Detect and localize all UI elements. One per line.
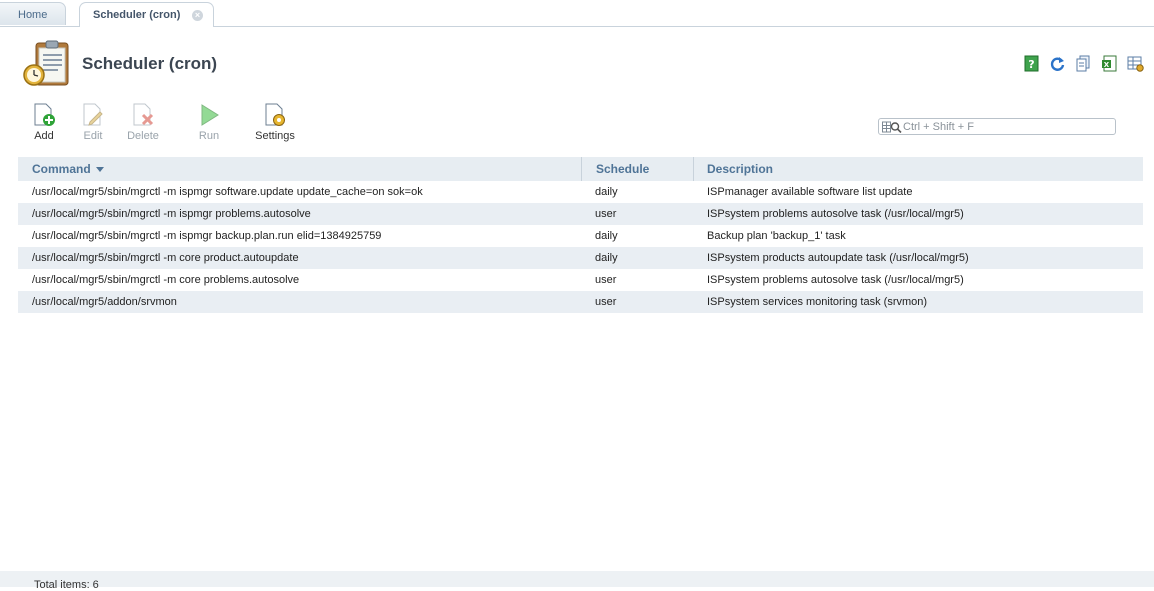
cell-command: /usr/local/mgr5/sbin/mgrctl -m core prod… [32, 252, 299, 264]
cell-schedule: user [595, 296, 617, 308]
scheduler-table: Command Schedule Description /usr/local/… [18, 157, 1143, 313]
table-settings-icon[interactable] [1127, 55, 1144, 72]
cell-description: Backup plan 'backup_1' task [707, 230, 846, 242]
total-items: Total items: 6 [34, 579, 99, 591]
tab-home[interactable]: Home [0, 2, 66, 25]
excel-export-icon[interactable]: X [1101, 55, 1118, 72]
cell-description: ISPsystem products autoupdate task (/usr… [707, 252, 969, 264]
column-schedule[interactable]: Schedule [581, 157, 693, 181]
tab-scheduler[interactable]: Scheduler (cron) × [79, 2, 214, 27]
table-row[interactable]: /usr/local/mgr5/sbin/mgrctl -m ispmgr pr… [18, 203, 1143, 225]
cell-schedule: user [595, 274, 617, 286]
table-row[interactable]: /usr/local/mgr5/sbin/mgrctl -m core prod… [18, 247, 1143, 269]
settings-icon [265, 103, 285, 126]
edit-button[interactable]: Edit [71, 103, 115, 142]
run-icon [201, 104, 219, 126]
cell-command: /usr/local/mgr5/sbin/mgrctl -m ispmgr pr… [32, 208, 311, 220]
page-title: Scheduler (cron) [82, 54, 218, 73]
table-row[interactable]: /usr/local/mgr5/addon/srvmon user ISPsys… [18, 291, 1143, 313]
search-input[interactable] [903, 119, 1111, 134]
status-bar: Total items: 6 [0, 571, 1154, 591]
add-button[interactable]: Add [22, 103, 66, 142]
column-description[interactable]: Description [693, 157, 1143, 181]
top-tools: ? X [1023, 55, 1144, 72]
search-box [878, 118, 1116, 135]
cell-schedule: daily [595, 230, 618, 242]
copy-icon[interactable] [1075, 55, 1092, 72]
svg-text:X: X [1104, 61, 1110, 69]
table-row[interactable]: /usr/local/mgr5/sbin/mgrctl -m ispmgr so… [18, 181, 1143, 203]
edit-label: Edit [83, 130, 103, 142]
add-label: Add [34, 130, 54, 142]
run-label: Run [198, 130, 220, 142]
close-icon[interactable]: × [192, 10, 203, 21]
cell-description: ISPsystem problems autosolve task (/usr/… [707, 274, 964, 286]
table-header: Command Schedule Description [18, 157, 1143, 181]
svg-text:?: ? [1028, 58, 1034, 71]
cell-command: /usr/local/mgr5/sbin/mgrctl -m ispmgr ba… [32, 230, 382, 242]
scheduler-clipboard-clock-icon [22, 39, 72, 89]
cell-description: ISPsystem services monitoring task (srvm… [707, 296, 928, 308]
tab-scheduler-label: Scheduler (cron) [93, 9, 181, 21]
delete-icon [133, 103, 154, 126]
settings-button[interactable]: Settings [253, 103, 297, 142]
help-icon[interactable]: ? [1023, 55, 1040, 72]
run-button[interactable]: Run [187, 103, 231, 142]
delete-label: Delete [127, 130, 159, 142]
delete-button[interactable]: Delete [121, 103, 165, 142]
cell-description: ISPsystem problems autosolve task (/usr/… [707, 208, 964, 220]
table-body: /usr/local/mgr5/sbin/mgrctl -m ispmgr so… [18, 181, 1143, 313]
cell-command: /usr/local/mgr5/sbin/mgrctl -m ispmgr so… [32, 186, 423, 198]
cell-schedule: daily [595, 252, 618, 264]
search-icon [882, 121, 902, 133]
cell-command: /usr/local/mgr5/addon/srvmon [32, 296, 177, 308]
refresh-icon[interactable] [1049, 55, 1066, 72]
sort-down-icon [95, 167, 104, 173]
cell-schedule: daily [595, 186, 618, 198]
cell-schedule: user [595, 208, 617, 220]
column-command[interactable]: Command [32, 157, 592, 181]
tab-home-label: Home [18, 9, 48, 21]
settings-label: Settings [255, 130, 295, 142]
table-row[interactable]: /usr/local/mgr5/sbin/mgrctl -m core prob… [18, 269, 1143, 291]
add-icon [34, 103, 55, 126]
column-description-label: Description [707, 162, 774, 176]
cell-command: /usr/local/mgr5/sbin/mgrctl -m core prob… [32, 274, 300, 286]
tab-bar: Home Scheduler (cron) × [0, 0, 1154, 27]
cell-description: ISPmanager available software list updat… [707, 186, 913, 198]
column-schedule-label: Schedule [596, 162, 650, 176]
column-command-label: Command [32, 162, 91, 176]
table-row[interactable]: /usr/local/mgr5/sbin/mgrctl -m ispmgr ba… [18, 225, 1143, 247]
edit-icon [83, 103, 103, 126]
